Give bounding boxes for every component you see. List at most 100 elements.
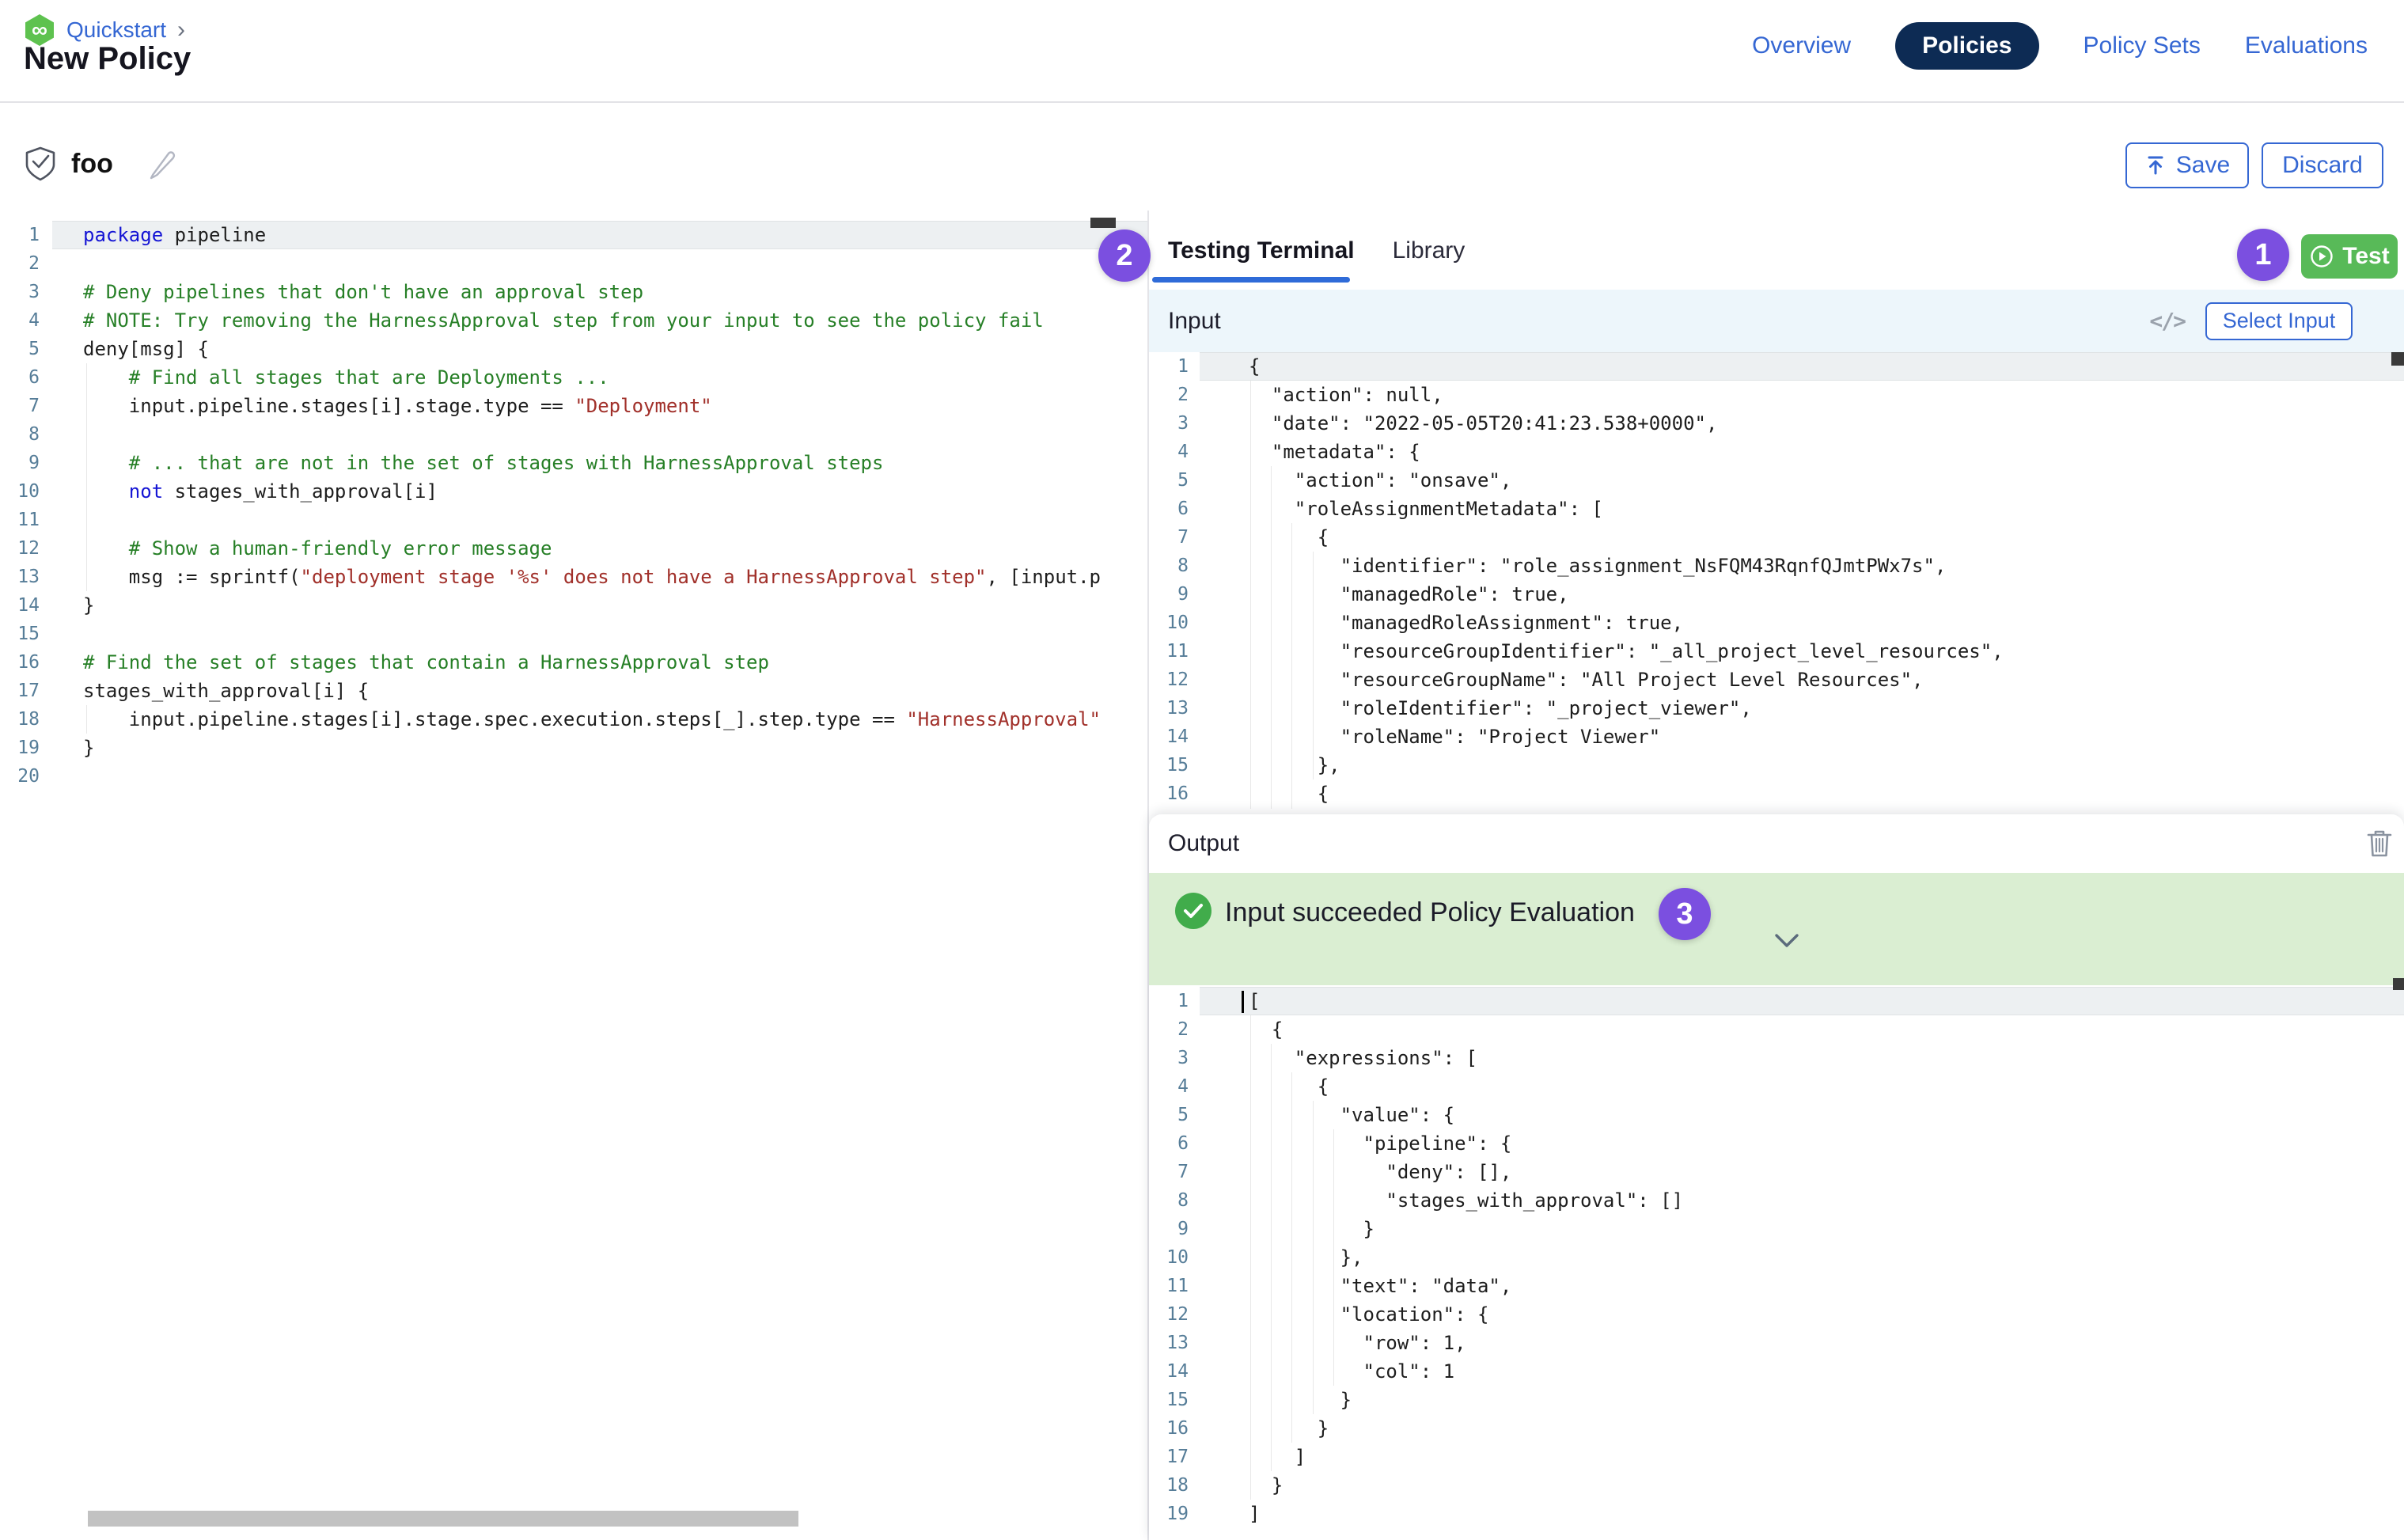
tutorial-badge-2: 2 xyxy=(1098,229,1151,282)
module-nav: Overview Policies Policy Sets Evaluation… xyxy=(1752,22,2368,70)
indent-guide xyxy=(86,363,87,591)
policy-name: foo xyxy=(71,149,113,180)
evaluation-success-banner: Input succeeded Policy Evaluation xyxy=(1149,873,2404,985)
code-line: 8 "identifier": "role_assignment_NsFQM43… xyxy=(1149,552,2404,580)
code-line: 19} xyxy=(0,734,1147,762)
policy-shield-icon xyxy=(24,146,57,182)
code-line: 16 } xyxy=(1149,1414,2404,1443)
code-line: 6 "roleAssignmentMetadata": [ xyxy=(1149,495,2404,523)
code-line: 6 # Find all stages that are Deployments… xyxy=(0,363,1147,392)
indent-guide xyxy=(1250,381,1251,809)
indent-guide xyxy=(1271,466,1272,809)
active-tab-underline xyxy=(1152,277,1350,283)
nav-item-policies[interactable]: Policies xyxy=(1895,22,2038,70)
input-label: Input xyxy=(1168,308,1221,335)
indent-guide xyxy=(1313,1101,1314,1414)
code-line: 11 "text": "data", xyxy=(1149,1272,2404,1300)
policy-name-row: foo xyxy=(24,146,178,182)
code-line: 5deny[msg] { xyxy=(0,335,1147,363)
save-button[interactable]: Save xyxy=(2125,142,2249,188)
nav-item-overview[interactable]: Overview xyxy=(1752,32,1851,59)
editor-scrollbar-thumb[interactable] xyxy=(2391,352,2404,366)
code-line: 2 xyxy=(0,249,1147,278)
editor-scrollbar-thumb[interactable] xyxy=(2393,978,2404,990)
trash-icon[interactable] xyxy=(2366,829,2393,859)
success-check-icon xyxy=(1175,893,1211,929)
code-line: 3# Deny pipelines that don't have an app… xyxy=(0,278,1147,306)
output-label: Output xyxy=(1168,830,1239,857)
code-line: 16 { xyxy=(1149,779,2404,808)
nav-item-evaluations[interactable]: Evaluations xyxy=(2245,32,2368,59)
horizontal-scrollbar-thumb[interactable] xyxy=(88,1511,798,1527)
code-line: 6 "pipeline": { xyxy=(1149,1129,2404,1158)
code-line: 5 "value": { xyxy=(1149,1101,2404,1129)
code-line: 12 # Show a human-friendly error message xyxy=(0,534,1147,563)
header-divider xyxy=(0,101,2404,103)
code-line: 14} xyxy=(0,591,1147,620)
text-cursor xyxy=(1242,991,1244,1013)
code-line: 10 "managedRoleAssignment": true, xyxy=(1149,609,2404,637)
tab-library[interactable]: Library xyxy=(1393,237,1466,264)
code-line: 7 input.pipeline.stages[i].stage.type ==… xyxy=(0,392,1147,420)
output-section-header: Output xyxy=(1149,814,2404,873)
discard-button-label: Discard xyxy=(2282,152,2363,179)
code-line: 4# NOTE: Try removing the HarnessApprova… xyxy=(0,306,1147,335)
code-line: 4 "metadata": { xyxy=(1149,438,2404,466)
indent-guide xyxy=(1291,523,1292,809)
select-input-button[interactable]: Select Input xyxy=(2205,302,2353,340)
code-line: 15 }, xyxy=(1149,751,2404,779)
code-line: 8 "stages_with_approval": [] xyxy=(1149,1186,2404,1215)
discard-button[interactable]: Discard xyxy=(2262,142,2383,188)
code-view-icon[interactable]: </> xyxy=(2149,308,2185,334)
editor-scrollbar-thumb[interactable] xyxy=(1090,218,1116,228)
code-line: 17stages_with_approval[i] { xyxy=(0,677,1147,705)
code-line: 12 "resourceGroupName": "All Project Lev… xyxy=(1149,666,2404,694)
code-line: 13 msg := sprintf("deployment stage '%s'… xyxy=(0,563,1147,591)
indent-guide xyxy=(1250,1015,1251,1500)
code-line: 1[ xyxy=(1149,987,2404,1015)
test-button[interactable]: Test xyxy=(2301,234,2398,279)
code-line: 17 ] xyxy=(1149,1443,2404,1471)
edit-pencil-icon[interactable] xyxy=(146,148,178,180)
tab-testing-terminal[interactable]: Testing Terminal xyxy=(1168,237,1355,264)
output-section: Output Input succeeded Policy Evaluation… xyxy=(1149,814,2404,1540)
code-line: 3 "expressions": [ xyxy=(1149,1044,2404,1072)
code-line: 18 input.pipeline.stages[i].stage.spec.e… xyxy=(0,705,1147,734)
code-line: 10 }, xyxy=(1149,1243,2404,1272)
code-line: 15 } xyxy=(1149,1386,2404,1414)
input-json-editor[interactable]: 1{2 "action": null,3 "date": "2022-05-05… xyxy=(1149,352,2404,809)
indent-guide xyxy=(1313,552,1314,779)
tutorial-badge-3: 3 xyxy=(1659,888,1711,940)
output-json-editor[interactable]: 1[2 {3 "expressions": [4 {5 "value": {6 … xyxy=(1149,987,2404,1540)
code-line: 9 # ... that are not in the set of stage… xyxy=(0,449,1147,477)
page-title: New Policy xyxy=(24,41,191,77)
code-line: 11 "resourceGroupIdentifier": "_all_proj… xyxy=(1149,637,2404,666)
code-line: 9 "managedRole": true, xyxy=(1149,580,2404,609)
code-line: 16# Find the set of stages that contain … xyxy=(0,648,1147,677)
code-line: 1package pipeline xyxy=(0,221,1147,249)
chevron-down-icon[interactable] xyxy=(1772,931,1802,950)
code-line: 13 "roleIdentifier": "_project_viewer", xyxy=(1149,694,2404,723)
code-line: 19] xyxy=(1149,1500,2404,1528)
code-line: 7 "deny": [], xyxy=(1149,1158,2404,1186)
code-line: 14 "roleName": "Project Viewer" xyxy=(1149,723,2404,751)
policy-code-editor[interactable]: 1package pipeline23# Deny pipelines that… xyxy=(0,214,1147,1540)
breadcrumb-link-quickstart[interactable]: Quickstart xyxy=(66,17,166,43)
play-icon xyxy=(2309,244,2334,269)
indent-guide xyxy=(86,705,87,734)
code-line: 18 } xyxy=(1149,1471,2404,1500)
indent-guide xyxy=(1333,1129,1334,1386)
code-line: 2 { xyxy=(1149,1015,2404,1044)
chevron-right-icon: › xyxy=(177,17,185,44)
nav-item-policy-sets[interactable]: Policy Sets xyxy=(2084,32,2201,59)
code-line: 13 "row": 1, xyxy=(1149,1329,2404,1357)
code-line: 8 xyxy=(0,420,1147,449)
code-line: 4 { xyxy=(1149,1072,2404,1101)
code-line: 9 } xyxy=(1149,1215,2404,1243)
test-button-label: Test xyxy=(2342,243,2389,270)
indent-guide xyxy=(1271,1044,1272,1471)
code-line: 15 xyxy=(0,620,1147,648)
code-line: 1{ xyxy=(1149,352,2404,381)
tutorial-badge-1: 1 xyxy=(2237,229,2289,281)
indent-guide xyxy=(1291,1072,1292,1443)
